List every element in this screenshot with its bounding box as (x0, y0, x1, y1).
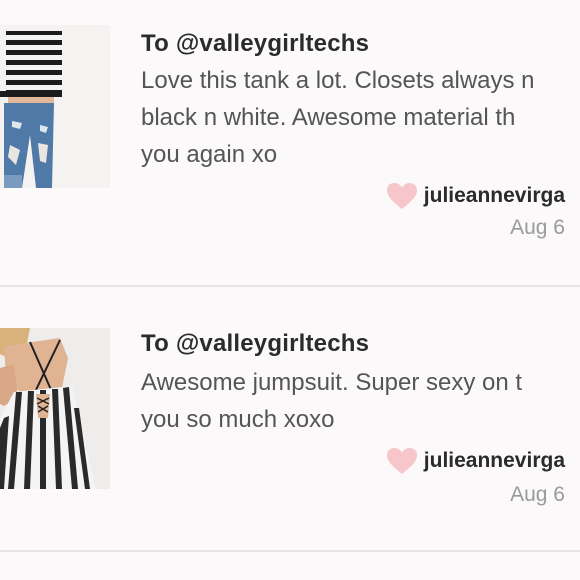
striped-jumpsuit-photo (0, 328, 110, 489)
recipient-handle-link[interactable]: @valleygirltechs (176, 330, 369, 357)
listing-thumbnail[interactable] (0, 25, 110, 188)
note-author[interactable]: julieannevirga (386, 447, 565, 475)
love-notes-feed: To @valleygirltechs Love this tank a lot… (0, 0, 580, 580)
to-prefix: To (141, 330, 169, 357)
to-prefix: To (141, 30, 169, 57)
note-message: Awesome jumpsuit. Super sexy on t you so… (141, 364, 580, 438)
divider (0, 550, 580, 552)
message-line: you so much xoxo (141, 406, 335, 433)
love-note-card: To @valleygirltechs Awesome jumpsuit. Su… (0, 287, 580, 550)
note-date: Aug 6 (510, 216, 565, 239)
author-username[interactable]: julieannevirga (424, 184, 565, 208)
heart-icon (386, 448, 417, 474)
message-line: Love this tank a lot. Closets always n (141, 67, 535, 94)
listing-thumbnail[interactable] (0, 328, 110, 489)
note-message: Love this tank a lot. Closets always n b… (141, 62, 580, 173)
note-recipient: To @valleygirltechs (141, 330, 369, 358)
note-date: Aug 6 (510, 483, 565, 506)
message-line: Awesome jumpsuit. Super sexy on t (141, 369, 523, 396)
recipient-handle-link[interactable]: @valleygirltechs (176, 30, 369, 57)
love-note-card: To @valleygirltechs Love this tank a lot… (0, 0, 580, 285)
note-author[interactable]: julieannevirga (386, 182, 565, 210)
note-recipient: To @valleygirltechs (141, 30, 369, 58)
message-line: black n white. Awesome material th (141, 104, 516, 131)
author-username[interactable]: julieannevirga (424, 449, 565, 473)
heart-icon (386, 183, 417, 209)
striped-tank-and-jeans-photo (0, 25, 110, 188)
message-line: you again xo (141, 141, 278, 168)
